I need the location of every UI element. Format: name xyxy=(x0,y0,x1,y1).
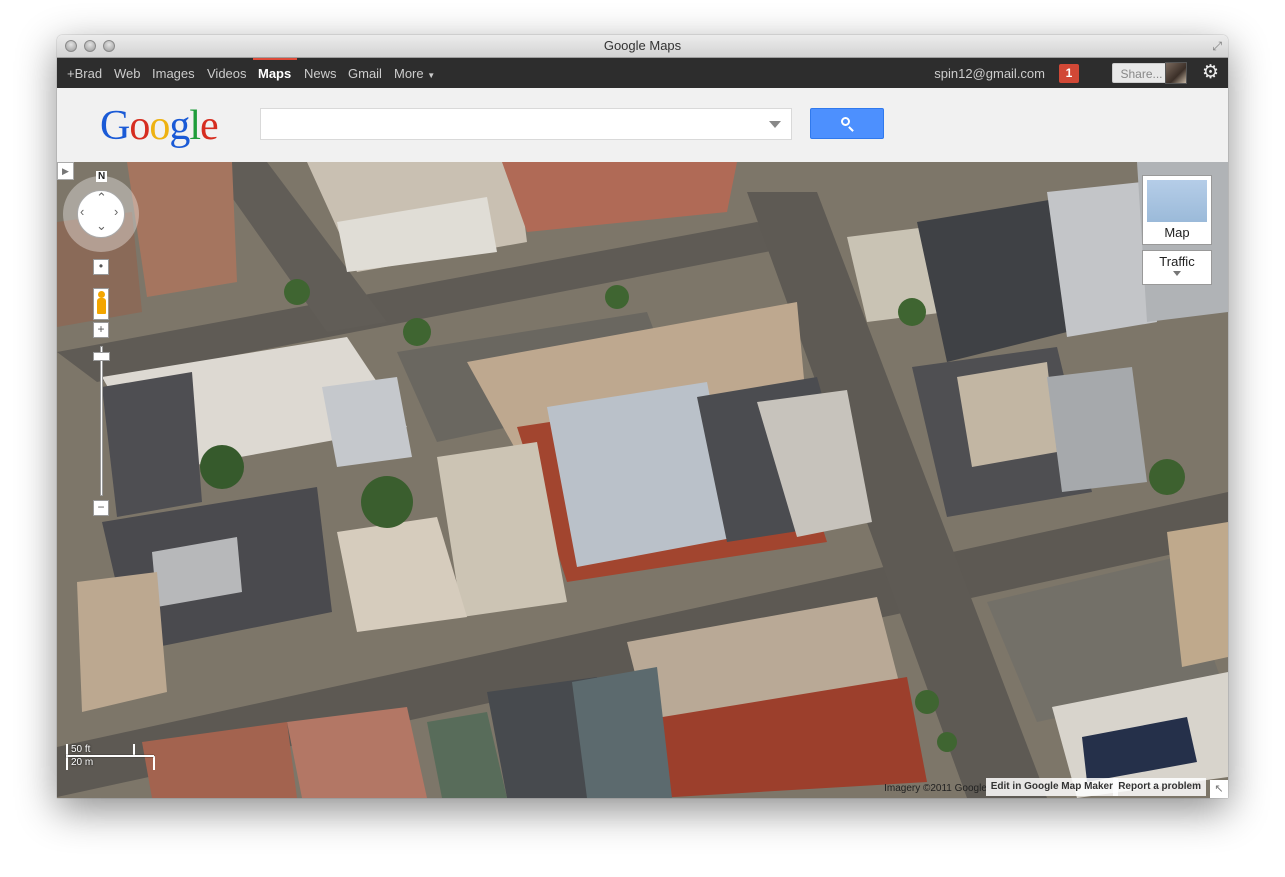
pegman-head xyxy=(98,291,105,298)
nav-more[interactable]: More ▼ xyxy=(394,66,435,81)
google-bar: +Brad Web Images Videos Maps News Gmail … xyxy=(57,58,1228,88)
street-view-pegman-icon[interactable] xyxy=(93,288,109,320)
report-problem-link[interactable]: Report a problem xyxy=(1113,778,1206,796)
nav-web[interactable]: Web xyxy=(114,66,141,81)
scale-ft-label: 50 ft xyxy=(71,744,91,755)
caret-down-icon: ▼ xyxy=(427,71,436,80)
nav-plus-brad[interactable]: +Brad xyxy=(67,66,102,81)
map-type-label: Map xyxy=(1164,225,1190,240)
scale-tick-start xyxy=(66,744,68,770)
pegman-body xyxy=(97,298,106,314)
browser-window: Google Maps ⤢ +Brad Web Images Videos Ma… xyxy=(57,35,1228,798)
share-button[interactable]: Share... xyxy=(1112,63,1171,83)
collapse-corner-icon[interactable]: ↖ xyxy=(1210,780,1228,798)
nav-maps[interactable]: Maps xyxy=(258,66,291,81)
rotate-reset-button[interactable]: • xyxy=(93,259,109,275)
title-bar: Google Maps ⤢ xyxy=(57,35,1228,58)
google-logo[interactable]: Google xyxy=(100,102,219,150)
pan-down-icon[interactable]: ⌄ xyxy=(96,218,107,234)
imagery-credit: Imagery ©2011 Google - xyxy=(884,783,993,794)
notification-badge[interactable]: 1 xyxy=(1059,64,1079,83)
map-type-button[interactable]: Map xyxy=(1142,175,1212,245)
nav-more-label: More xyxy=(394,66,424,81)
zoom-slider-handle[interactable] xyxy=(93,352,110,361)
traffic-label: Traffic xyxy=(1159,254,1195,269)
aerial-imagery xyxy=(57,162,1228,798)
traffic-layer-button[interactable]: Traffic xyxy=(1142,250,1212,285)
pan-left-icon[interactable]: ‹ xyxy=(80,204,84,219)
pan-up-icon[interactable]: ⌃ xyxy=(96,190,107,206)
search-dropdown-icon[interactable] xyxy=(769,121,781,128)
north-indicator[interactable]: N xyxy=(96,171,108,182)
search-button[interactable] xyxy=(810,108,884,139)
nav-news[interactable]: News xyxy=(304,66,337,81)
search-header: Google xyxy=(57,88,1228,163)
search-icon xyxy=(841,117,850,126)
gear-icon[interactable]: ⚙ xyxy=(1202,61,1219,84)
pan-control[interactable]: ⌃ ⌄ ‹ › N xyxy=(63,171,139,252)
map-thumbnail xyxy=(1147,180,1207,222)
search-input[interactable] xyxy=(260,108,792,140)
avatar[interactable] xyxy=(1165,62,1187,84)
fullscreen-icon[interactable]: ⤢ xyxy=(1212,39,1222,54)
zoom-out-button[interactable]: − xyxy=(93,500,109,516)
active-tab-indicator xyxy=(253,58,297,60)
pan-ring[interactable]: ⌃ ⌄ ‹ › xyxy=(77,190,125,238)
side-panel-toggle-icon[interactable]: ▶ xyxy=(57,162,74,180)
scale-tick-m xyxy=(153,756,155,770)
zoom-slider[interactable] xyxy=(100,346,103,496)
edit-in-map-maker-link[interactable]: Edit in Google Map Maker xyxy=(985,778,1118,796)
map-footer: Imagery ©2011 Google - Edit in Google Ma… xyxy=(628,778,1228,798)
nav-gmail[interactable]: Gmail xyxy=(348,66,382,81)
nav-images[interactable]: Images xyxy=(152,66,195,81)
nav-videos[interactable]: Videos xyxy=(207,66,247,81)
zoom-in-button[interactable]: + xyxy=(93,322,109,338)
account-email[interactable]: spin12@gmail.com xyxy=(934,66,1045,81)
satellite-map[interactable]: ▶ ⌃ ⌄ ‹ › N • + − Map Traffic 50 ft 20 m… xyxy=(57,162,1228,798)
scale-m-label: 20 m xyxy=(71,757,94,768)
map-scale: 50 ft 20 m xyxy=(66,744,156,770)
pan-right-icon[interactable]: › xyxy=(114,204,118,219)
chevron-down-icon xyxy=(1173,271,1181,276)
window-title: Google Maps xyxy=(603,38,682,53)
